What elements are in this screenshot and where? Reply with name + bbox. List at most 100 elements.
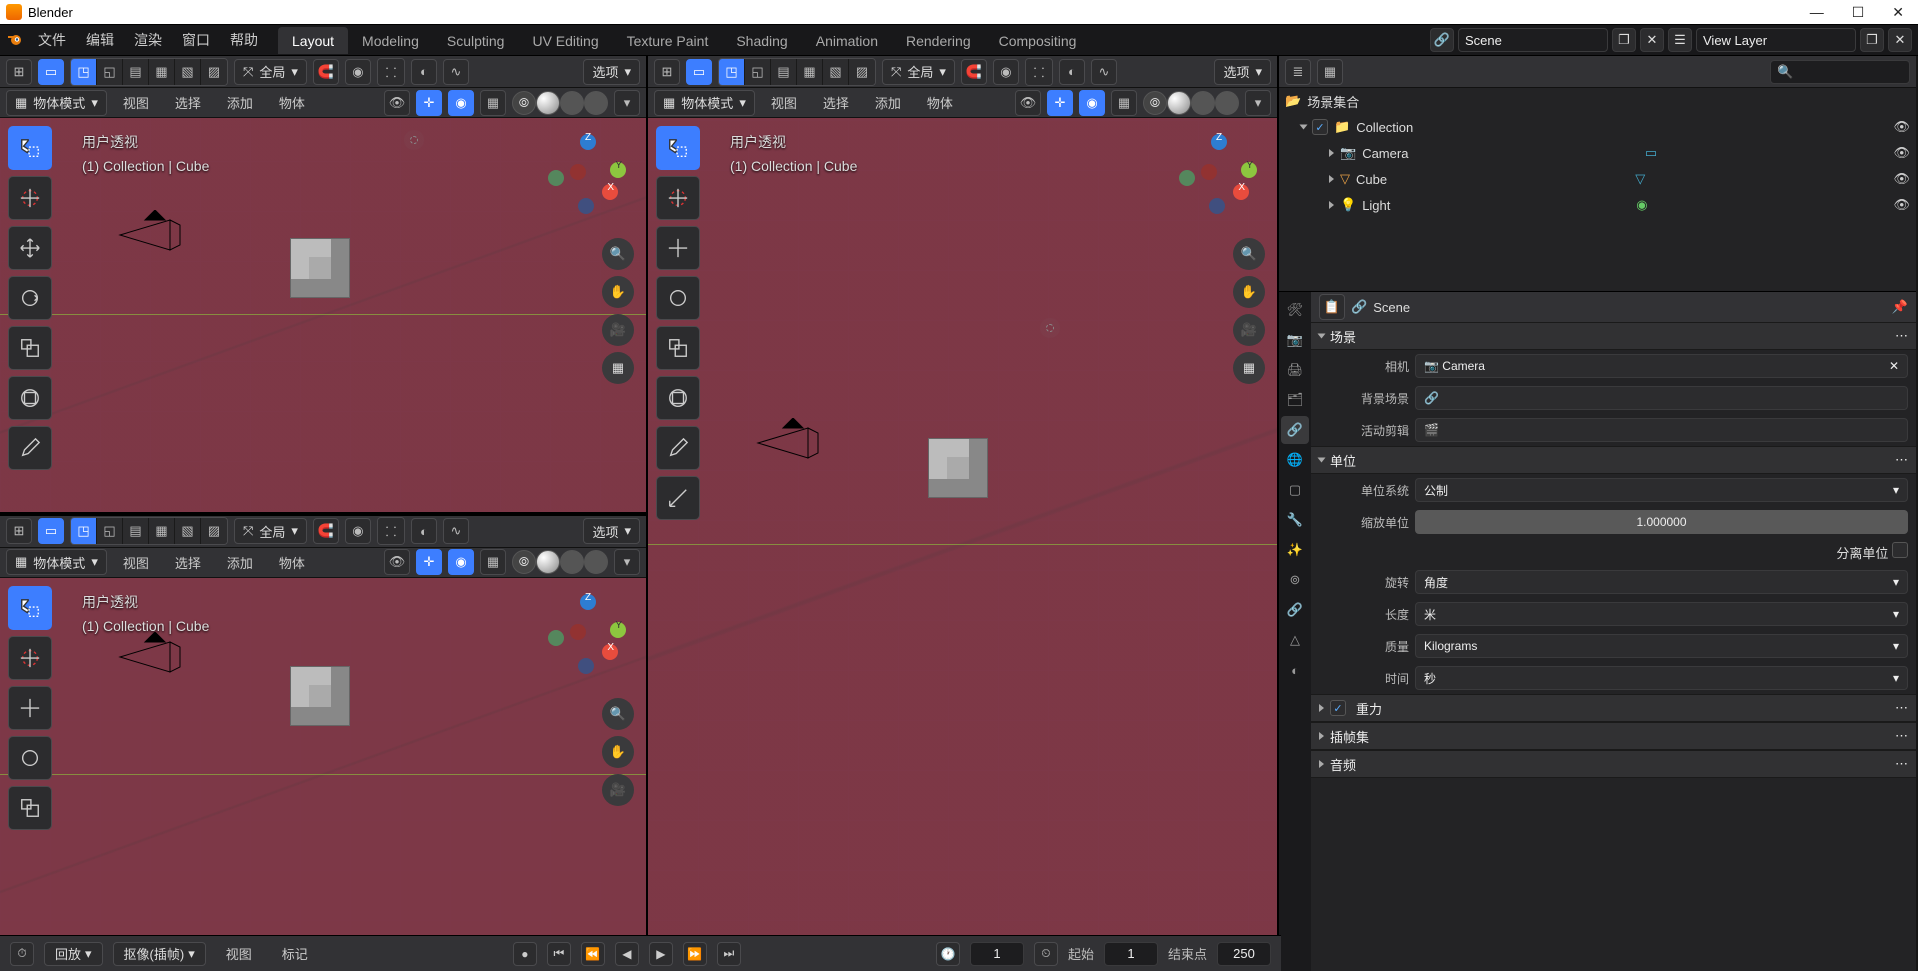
persp-ortho-icon[interactable]: ▦	[602, 352, 634, 384]
separate-units-checkbox[interactable]	[1892, 542, 1908, 558]
nav-gizmo[interactable]: Z Y X	[548, 134, 628, 214]
cursor-tool[interactable]	[8, 176, 52, 220]
delete-viewlayer-icon[interactable]: ✕	[1888, 28, 1912, 52]
orientation-dropdown[interactable]: ⤧全局▾	[882, 59, 955, 85]
tab-physics-icon[interactable]: ⊚	[1281, 566, 1309, 594]
new-viewlayer-icon[interactable]: ❐	[1860, 28, 1884, 52]
end-frame-field[interactable]: 250	[1217, 942, 1271, 966]
visible-icon[interactable]: 👁	[1893, 171, 1910, 187]
default-light[interactable]	[1034, 312, 1064, 342]
zoom-icon[interactable]: 🔍	[1233, 238, 1265, 270]
scene-name-field[interactable]: Scene	[1458, 28, 1608, 52]
rotation-unit-field[interactable]: 角度▾	[1415, 570, 1908, 594]
cursor-tool[interactable]	[656, 176, 700, 220]
vp-b-canvas[interactable]: 用户透视(1) Collection | Cube ZYX 🔍✋🎥	[0, 578, 646, 971]
options-dropdown[interactable]: 选项▾	[583, 59, 640, 85]
pin-icon[interactable]: 📌	[1892, 299, 1908, 315]
play-reverse-icon[interactable]: ◀	[615, 942, 639, 966]
viewlayer-browse-icon[interactable]: ☰	[1668, 28, 1692, 52]
tab-compositing[interactable]: Compositing	[985, 27, 1091, 54]
visible-icon[interactable]: 👁	[1893, 119, 1910, 135]
vp-menu-add[interactable]: 添加	[217, 93, 263, 112]
rotate-tool[interactable]	[8, 736, 52, 780]
tab-scene-icon[interactable]: 🔗	[1281, 416, 1309, 444]
jump-end-icon[interactable]: ⏭	[717, 942, 741, 966]
tab-tool-icon[interactable]: 🛠	[1281, 296, 1309, 324]
panel-keysets[interactable]: 插帧集⋯	[1311, 722, 1916, 750]
scene-browse-icon[interactable]: 🔗	[1430, 28, 1454, 52]
tab-uv-editing[interactable]: UV Editing	[518, 27, 612, 54]
camera-view-icon[interactable]: 🎥	[602, 314, 634, 346]
measure-tool[interactable]	[656, 476, 700, 520]
tab-shading[interactable]: Shading	[722, 27, 801, 54]
mode-dropdown[interactable]: ▦物体模式▾	[6, 90, 107, 116]
menu-window[interactable]: 窗口	[172, 30, 220, 50]
tab-layout[interactable]: Layout	[278, 27, 348, 54]
extra-icon[interactable]: ◐	[411, 59, 437, 85]
scale-tool[interactable]	[8, 326, 52, 370]
start-frame-field[interactable]: 1	[1104, 942, 1158, 966]
tab-sculpting[interactable]: Sculpting	[433, 27, 519, 54]
menu-help[interactable]: 帮助	[220, 30, 268, 50]
zoom-icon[interactable]: 🔍	[602, 238, 634, 270]
annotate-tool[interactable]	[656, 426, 700, 470]
time-unit-field[interactable]: 秒▾	[1415, 666, 1908, 690]
falloff-icon[interactable]: ∿	[443, 59, 469, 85]
default-cube[interactable]	[290, 666, 350, 726]
visibility-icon[interactable]: 👁	[384, 90, 410, 116]
timeline-view[interactable]: 视图	[216, 944, 262, 963]
editor-type-icon[interactable]: ≣	[1285, 59, 1311, 85]
current-frame-field[interactable]: 1	[970, 942, 1024, 966]
tab-output-icon[interactable]: 🖨	[1281, 356, 1309, 384]
select-tool-toggle-icon[interactable]: ▭	[38, 59, 64, 85]
delete-scene-icon[interactable]: ✕	[1640, 28, 1664, 52]
panel-scene[interactable]: 场景⋯	[1311, 322, 1916, 350]
overlay-icon[interactable]: ◉	[448, 90, 474, 116]
timeline-playback[interactable]: 回放▾	[44, 942, 103, 966]
scale-tool[interactable]	[656, 326, 700, 370]
mass-unit-field[interactable]: Kilograms▾	[1415, 634, 1908, 658]
select-box-tool[interactable]	[656, 126, 700, 170]
menu-render[interactable]: 渲染	[124, 30, 172, 50]
camera-view-icon[interactable]: 🎥	[602, 774, 634, 806]
proportional-edit-icon[interactable]: ◉	[345, 59, 371, 85]
tab-mesh-icon[interactable]: △	[1281, 626, 1309, 654]
pivot-icon[interactable]: ⸬	[378, 59, 404, 85]
orientation-dropdown[interactable]: ⤧全局▾	[234, 518, 307, 544]
autokey-icon[interactable]: ●	[513, 942, 537, 966]
vp-menu-select[interactable]: 选择	[165, 93, 211, 112]
vp-c-canvas[interactable]: 用户透视(1) Collection | Cube ZYX 🔍✋🎥▦	[648, 118, 1277, 971]
tab-render-icon[interactable]: 📷	[1281, 326, 1309, 354]
annotate-tool[interactable]	[8, 426, 52, 470]
shading-modes[interactable]: ⦾	[512, 91, 608, 115]
window-minimize-icon[interactable]: —	[1810, 4, 1824, 21]
editor-type-icon[interactable]: ⊞	[6, 518, 32, 544]
keyframe-next-icon[interactable]: ⏩	[683, 942, 707, 966]
nav-gizmo[interactable]: ZYX	[548, 594, 628, 674]
camera-field[interactable]: 📷 Camera✕	[1415, 354, 1908, 378]
options-dropdown[interactable]: 选项▾	[1214, 59, 1271, 85]
bgscene-field[interactable]: 🔗	[1415, 386, 1908, 410]
orientation-dropdown[interactable]: ⤧全局▾	[234, 59, 307, 85]
default-camera[interactable]	[110, 210, 170, 250]
blender-logo-icon[interactable]	[0, 25, 28, 55]
panel-units[interactable]: 单位⋯	[1311, 446, 1916, 474]
move-tool[interactable]	[8, 226, 52, 270]
outliner-item-cube[interactable]: ▽Cube▽👁	[1279, 166, 1916, 192]
editor-type-icon[interactable]: ⊞	[6, 59, 32, 85]
tab-object-icon[interactable]: ▢	[1281, 476, 1309, 504]
outliner-item-camera[interactable]: 📷Camera▭👁	[1279, 140, 1916, 166]
keyframe-prev-icon[interactable]: ⏪	[581, 942, 605, 966]
timeline-marker[interactable]: 标记	[272, 944, 318, 963]
tab-constraints-icon[interactable]: 🔗	[1281, 596, 1309, 624]
mode-dropdown[interactable]: ▦物体模式▾	[6, 549, 107, 575]
display-mode-icon[interactable]: ▦	[1317, 59, 1343, 85]
window-maximize-icon[interactable]: ☐	[1852, 4, 1865, 21]
unit-system-field[interactable]: 公制▾	[1415, 478, 1908, 502]
mode-dropdown[interactable]: ▦物体模式▾	[654, 90, 755, 116]
panel-audio[interactable]: 音频⋯	[1311, 750, 1916, 778]
tab-texture-paint[interactable]: Texture Paint	[613, 27, 723, 54]
outliner-collection[interactable]: ✓📁Collection👁	[1279, 114, 1916, 140]
tab-viewlayer-icon[interactable]: 🗂	[1281, 386, 1309, 414]
transform-tool[interactable]	[8, 376, 52, 420]
